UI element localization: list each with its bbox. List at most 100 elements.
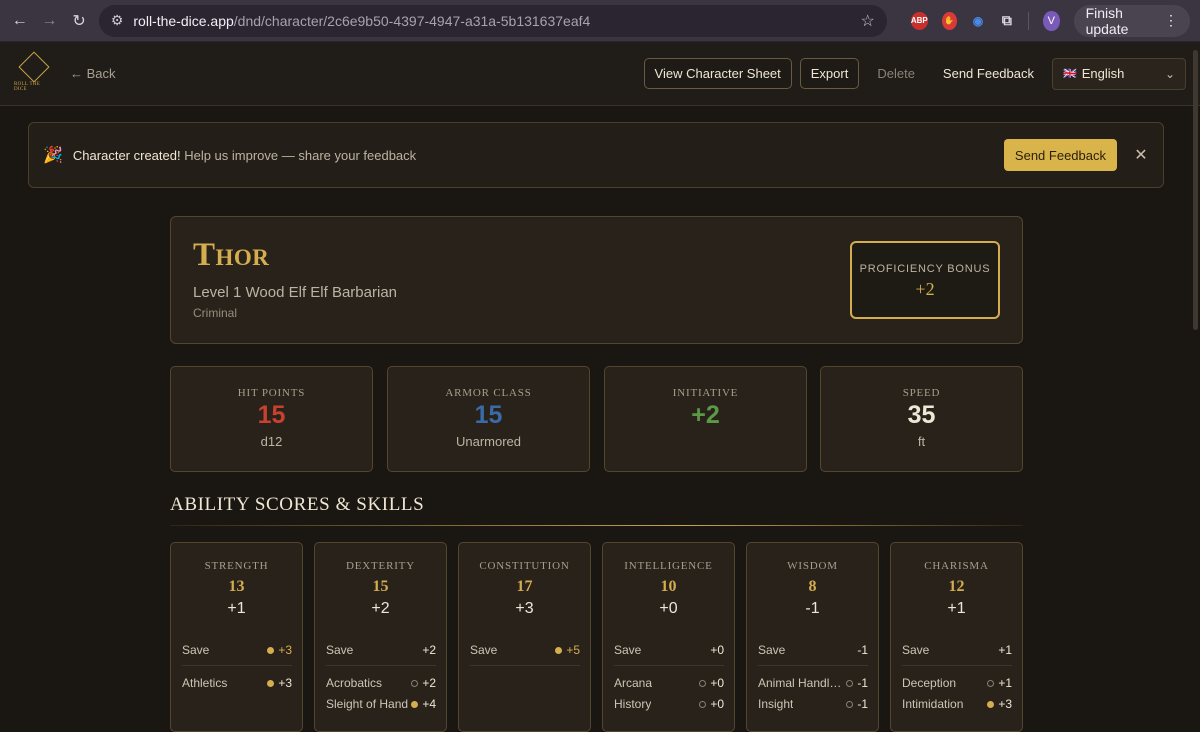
language-select[interactable]: 🇬🇧 English ⌄ (1052, 57, 1186, 90)
saving-throw-row[interactable]: Save +2 (326, 643, 436, 657)
proficient-dot-icon (555, 646, 563, 654)
reload-icon[interactable]: ↻ (69, 10, 89, 32)
stat-label: ARMOR CLASS (445, 387, 532, 399)
profile-avatar[interactable]: V (1043, 10, 1060, 31)
skill-row[interactable]: Acrobatics +2 (326, 676, 436, 690)
menu-dots-icon: ⋮ (1164, 12, 1178, 28)
not-proficient-dot-icon (987, 679, 995, 687)
stat-value: 35 (907, 401, 936, 429)
saving-throw-row[interactable]: Save -1 (758, 643, 868, 657)
character-background: Criminal (193, 306, 238, 320)
ability-name: DEXTERITY (346, 560, 415, 572)
skill-value: +0 (710, 676, 724, 690)
ability-modifier: -1 (805, 600, 820, 617)
proficient-dot-icon (267, 646, 275, 654)
skill-row[interactable]: Athletics +3 (182, 676, 292, 690)
audio-extension-icon[interactable]: ◉ (971, 12, 986, 30)
bookmark-star-icon[interactable]: ☆ (860, 11, 874, 31)
stat-hit-points: HIT POINTS 15 d12 (170, 366, 373, 472)
puzzle-extensions-icon[interactable]: ⧉ (999, 12, 1014, 30)
card-divider (758, 665, 868, 666)
skill-label: Deception (902, 676, 957, 690)
ability-score: 15 (372, 578, 389, 595)
ability-modifier: +3 (515, 600, 534, 617)
skill-label: Sleight of Hand (326, 697, 409, 711)
close-icon[interactable]: ✕ (1133, 145, 1149, 165)
export-button[interactable]: Export (799, 58, 860, 89)
delete-button[interactable]: Delete (867, 58, 925, 89)
stat-value: +2 (691, 401, 720, 429)
ability-name: WISDOM (787, 560, 838, 572)
ability-modifier: +1 (227, 600, 246, 617)
stat-label: SPEED (902, 387, 941, 399)
saving-throw-row[interactable]: Save +1 (902, 643, 1012, 657)
ability-card-intelligence: INTELLIGENCE 10 +0 Save +0 Arcana +0 His… (602, 542, 735, 732)
page-scrollbar[interactable] (1193, 50, 1198, 330)
hand-extension-icon[interactable]: ✋ (941, 11, 957, 30)
stat-value: 15 (257, 401, 286, 429)
skill-row[interactable]: Deception +1 (902, 676, 1012, 690)
card-divider (326, 665, 436, 666)
not-proficient-dot-icon (699, 700, 707, 708)
browser-toolbar: ← → ↻ ⚙ roll-the-dice.app/dnd/character/… (0, 0, 1200, 42)
proficient-dot-icon (267, 679, 275, 687)
ability-card-constitution: CONSTITUTION 17 +3 Save +5 (458, 542, 591, 732)
saving-throw-label: Save (902, 643, 930, 657)
stat-label: INITIATIVE (672, 387, 739, 399)
section-title: ABILITY SCORES & SKILLS (170, 494, 425, 515)
saving-throw-value: +1 (998, 643, 1012, 657)
not-proficient-dot-icon (411, 679, 419, 687)
view-character-sheet-button[interactable]: View Character Sheet (643, 58, 792, 89)
skill-row[interactable]: Arcana +0 (614, 676, 724, 690)
skill-value: +1 (998, 676, 1012, 690)
not-proficient-dot-icon (846, 679, 854, 687)
skill-value: -1 (857, 697, 868, 711)
uk-flag-icon: 🇬🇧 (1063, 68, 1077, 80)
saving-throw-label: Save (470, 643, 498, 657)
header-send-feedback-button[interactable]: Send Feedback (933, 58, 1044, 89)
stat-label: HIT POINTS (237, 387, 306, 399)
saving-throw-row[interactable]: Save +0 (614, 643, 724, 657)
saving-throw-value: +3 (278, 643, 292, 657)
proficiency-label: PROFICIENCY BONUS (859, 263, 991, 275)
character-header-card: Thor Level 1 Wood Elf Elf Barbarian Crim… (170, 216, 1023, 344)
skill-value: +3 (998, 697, 1012, 711)
skill-label: History (614, 697, 652, 711)
skill-row[interactable]: Animal Handling -1 (758, 676, 868, 690)
ability-name: INTELLIGENCE (624, 560, 713, 572)
chevron-down-icon: ⌄ (1164, 66, 1175, 81)
skill-row[interactable]: Intimidation +3 (902, 697, 1012, 711)
ability-card-charisma: CHARISMA 12 +1 Save +1 Deception +1 Inti… (890, 542, 1023, 732)
ability-card-strength: STRENGTH 13 +1 Save +3 Athletics +3 (170, 542, 303, 732)
character-subtitle: Level 1 Wood Elf Elf Barbarian (193, 284, 398, 301)
logo[interactable]: ROLL THE DICE (14, 50, 54, 94)
back-link[interactable]: ← Back (70, 66, 116, 81)
saving-throw-label: Save (182, 643, 210, 657)
party-popper-icon: 🎉 (43, 147, 63, 164)
address-bar[interactable]: ⚙ roll-the-dice.app/dnd/character/2c6e9b… (98, 4, 887, 37)
language-value: English (1081, 66, 1125, 81)
saving-throw-row[interactable]: Save +5 (470, 643, 580, 657)
ability-modifier: +1 (947, 600, 966, 617)
extensions-area: ABP ✋ ◉ ⧉ V Finish update ⋮ (910, 4, 1190, 37)
banner-send-feedback-button[interactable]: Send Feedback (1003, 139, 1117, 171)
saving-throw-label: Save (326, 643, 354, 657)
not-proficient-dot-icon (846, 700, 854, 708)
skill-row[interactable]: Insight -1 (758, 697, 868, 711)
site-settings-icon[interactable]: ⚙ (111, 12, 124, 29)
proficiency-bonus-box: PROFICIENCY BONUS +2 (850, 241, 1000, 319)
skill-row[interactable]: Sleight of Hand +4 (326, 697, 436, 711)
skill-row[interactable]: History +0 (614, 697, 724, 711)
back-arrow-icon[interactable]: ← (10, 10, 30, 32)
finish-update-button[interactable]: Finish update ⋮ (1073, 4, 1190, 37)
toolbar-divider (1028, 11, 1030, 30)
adblock-extension-icon[interactable]: ABP (910, 11, 928, 30)
ability-name: CONSTITUTION (479, 560, 570, 572)
skill-label: Insight (758, 697, 794, 711)
ability-name: STRENGTH (204, 560, 269, 572)
ability-score: 13 (228, 578, 245, 595)
forward-arrow-icon[interactable]: → (40, 10, 60, 32)
skill-value: -1 (857, 676, 868, 690)
saving-throw-row[interactable]: Save +3 (182, 643, 292, 657)
skill-label: Intimidation (902, 697, 964, 711)
